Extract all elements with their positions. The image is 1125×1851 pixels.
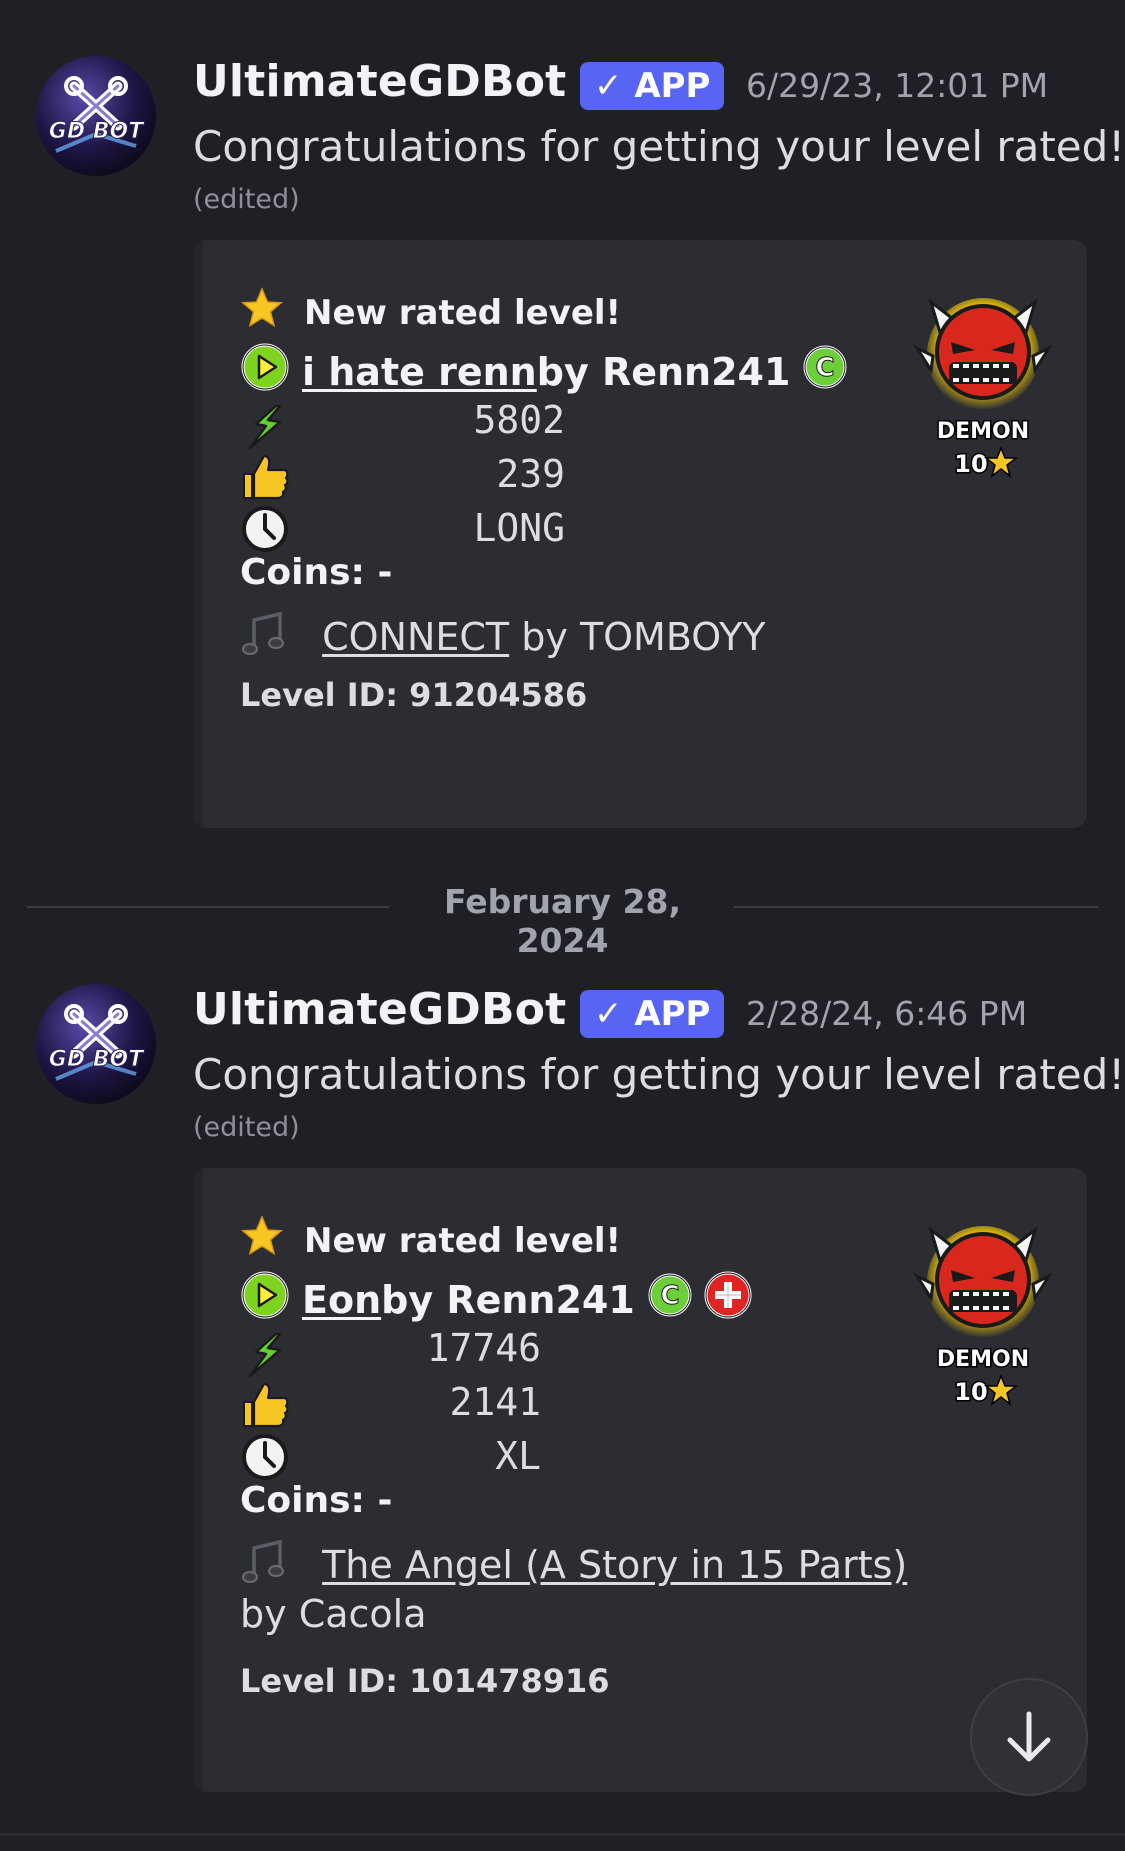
arrow-down-icon: [1007, 1711, 1051, 1762]
demon-face-icon: DEMON 10: [912, 297, 1054, 480]
level-name-link[interactable]: Eon: [302, 1278, 381, 1322]
level-name-link[interactable]: i hate renn: [302, 350, 537, 394]
date-divider-right: [734, 906, 1098, 908]
star-icon: [983, 445, 1019, 478]
star-icon: [240, 286, 284, 339]
copy-c-icon: C: [647, 1272, 693, 1327]
date-divider-left: [27, 906, 389, 908]
avatar[interactable]: GD BOT: [36, 984, 156, 1104]
message[interactable]: GD BOT UltimateGDBot ✓ APP 2/28/24, 6:46…: [0, 984, 1125, 1824]
embed-title: i hate renn by Renn241 C: [240, 342, 848, 401]
timestamp: 2/28/24, 6:46 PM: [746, 994, 1028, 1033]
song-artist-wrapped: by Cacola: [240, 1592, 427, 1636]
svg-text:C: C: [816, 353, 835, 383]
level-id: Level ID: 91204586: [240, 676, 588, 714]
song-line: CONNECT by TOMBOYY: [240, 610, 766, 669]
message-text: Congratulations for getting your level r…: [193, 122, 1125, 171]
embed-accent-bar: [193, 1168, 203, 1792]
music-note-icon: [240, 610, 290, 669]
embed-author-text: New rated level!: [304, 292, 622, 333]
app-badge: ✓ APP: [580, 990, 725, 1038]
message-text: Congratulations for getting your level r…: [193, 1050, 1125, 1099]
difficulty-thumbnail: DEMON 10: [912, 1224, 1054, 1414]
embed-author-text: New rated level!: [304, 1220, 622, 1261]
downloads-value: 5802: [473, 398, 565, 442]
edited-label: (edited): [193, 184, 300, 215]
embed-title: Eon by Renn241 C: [240, 1270, 753, 1329]
date-separator: February 28, 2024: [444, 882, 681, 960]
demon-face-icon: DEMON 10: [912, 1225, 1054, 1408]
timestamp: 6/29/23, 12:01 PM: [746, 66, 1049, 105]
play-icon: [240, 342, 290, 401]
app-badge: ✓ APP: [580, 62, 725, 110]
username[interactable]: UltimateGDBot: [193, 56, 566, 107]
avatar[interactable]: GD BOT: [36, 56, 156, 176]
play-icon: [240, 1270, 290, 1329]
svg-text:C: C: [660, 1281, 679, 1311]
level-embed: New rated level! i hate renn by Renn241 …: [193, 240, 1087, 828]
difficulty-label: DEMON: [937, 1347, 1029, 1372]
featured-plus-icon: [703, 1270, 753, 1329]
likes-value: 2141: [449, 1380, 541, 1424]
song-artist: by TOMBOYY: [521, 615, 766, 659]
level-id: Level ID: 101478916: [240, 1662, 610, 1700]
chat-view: GD BOT UltimateGDBot ✓ APP 6/29/23, 12:0…: [0, 0, 1125, 1851]
song-name-link[interactable]: The Angel (A Story in 15 Parts): [322, 1543, 907, 1587]
coins-label: Coins: -: [240, 1480, 393, 1521]
likes-value: 239: [496, 452, 565, 496]
level-embed: New rated level! Eon by Renn241 C 17746: [193, 1168, 1087, 1792]
embed-accent-bar: [193, 240, 203, 828]
song-line: The Angel (A Story in 15 Parts): [240, 1538, 907, 1597]
downloads-value: 17746: [426, 1326, 541, 1370]
stars-count: 10: [954, 450, 987, 478]
gd-bot-logo-icon: GD BOT: [36, 56, 156, 176]
difficulty-thumbnail: DEMON 10: [912, 296, 1054, 486]
level-author: by Renn241: [536, 349, 791, 394]
star-icon: [983, 1373, 1019, 1406]
copy-c-icon: C: [802, 344, 848, 399]
difficulty-label: DEMON: [937, 419, 1029, 444]
star-icon: [240, 1214, 284, 1267]
length-value: XL: [495, 1434, 541, 1478]
music-note-icon: [240, 1538, 290, 1597]
username[interactable]: UltimateGDBot: [193, 984, 566, 1035]
stars-count: 10: [954, 1378, 987, 1406]
embed-author: New rated level!: [240, 1214, 621, 1267]
edited-label: (edited): [193, 1112, 300, 1143]
bottom-divider: [0, 1833, 1125, 1836]
length-value: LONG: [473, 506, 565, 550]
level-author: by Renn241: [381, 1277, 635, 1322]
coins-label: Coins: -: [240, 552, 393, 593]
song-name-link[interactable]: CONNECT: [322, 615, 509, 659]
message[interactable]: GD BOT UltimateGDBot ✓ APP 6/29/23, 12:0…: [0, 56, 1125, 836]
avatar-text: GD BOT: [49, 119, 145, 144]
avatar-text: GD BOT: [49, 1047, 145, 1072]
gd-bot-logo-icon: GD BOT: [36, 984, 156, 1104]
embed-author: New rated level!: [240, 286, 621, 339]
scroll-to-bottom-button[interactable]: [970, 1678, 1088, 1796]
